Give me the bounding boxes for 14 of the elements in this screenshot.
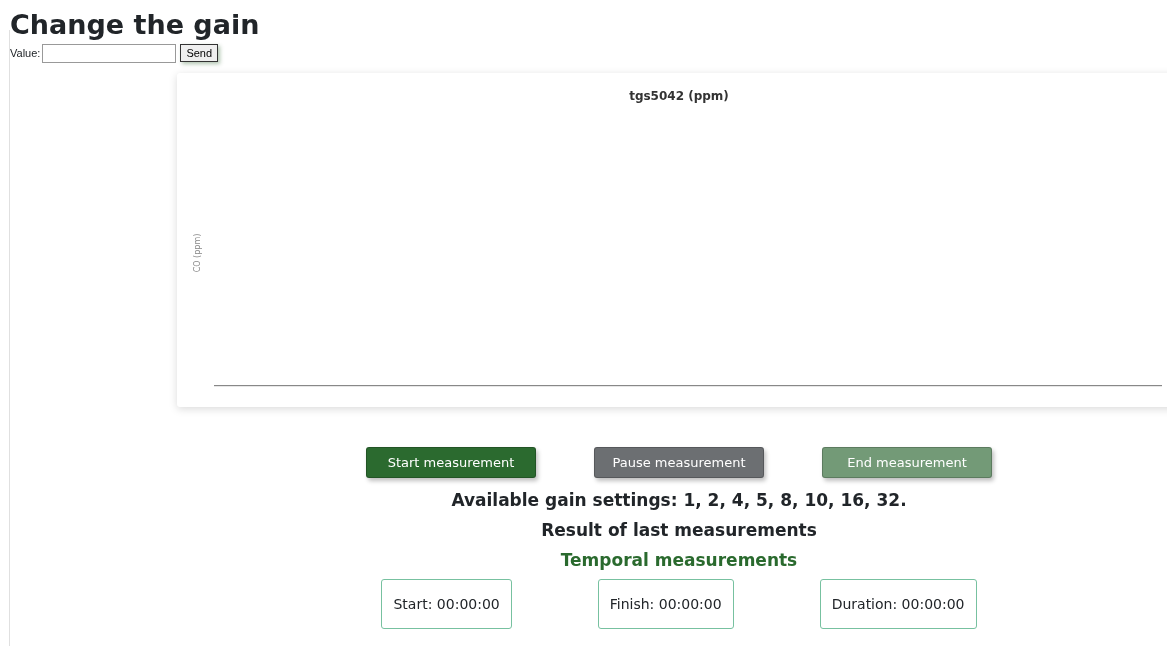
page-heading: Change the gain (10, 8, 261, 42)
send-button[interactable]: Send (180, 44, 219, 62)
value-label: Value: (10, 47, 41, 59)
time-card: Finish: 00:00:00 (597, 579, 734, 629)
start-measurement-button[interactable]: Start measurement (366, 447, 536, 478)
results-heading: Result of last measurements (541, 520, 817, 540)
gain-settings-text: Available gain settings: 1, 2, 4, 5, 8, 10, 16, 32. (451, 490, 907, 510)
pause-measurement-button[interactable]: Pause measurement (594, 447, 764, 478)
value-input-field[interactable] (42, 43, 177, 63)
time-card: Duration: 00:00:00 (819, 579, 977, 629)
y-axis-label: CO (ppm) (192, 233, 202, 273)
chart-title: tgs5042 (ppm) (629, 89, 729, 103)
temporal-heading: Temporal measurements (560, 550, 798, 570)
time-card: Start: 00:00:00 (381, 579, 512, 629)
